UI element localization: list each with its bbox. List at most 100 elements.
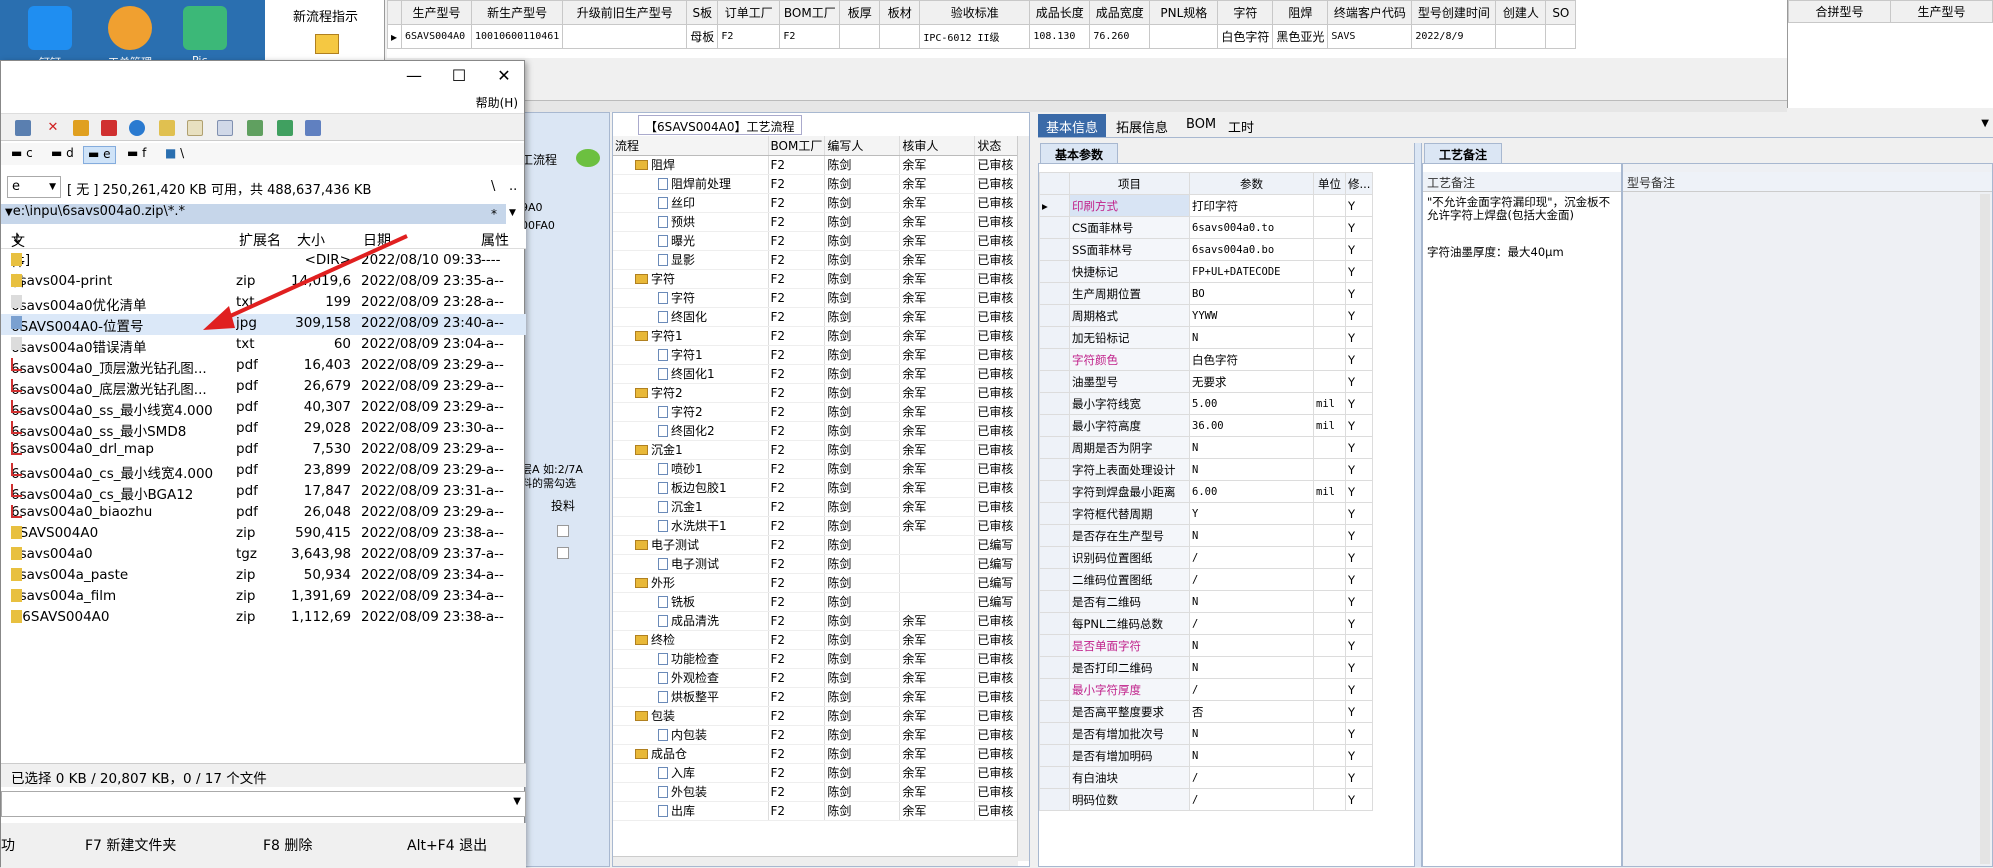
param-value[interactable]: / [1189,678,1314,701]
fkey-button[interactable]: 功 [1,835,15,855]
process-row[interactable]: 烘板整平 F2 陈剑 余军 已审核 [613,687,1021,707]
dropdown-arrow-icon[interactable]: ▼ [1981,118,1989,129]
param-value[interactable]: / [1189,766,1314,789]
table-cell[interactable]: F2 [717,24,781,49]
param-value[interactable]: 6savs004a0.bo [1189,238,1314,261]
col-header[interactable]: 终端客户代码 [1327,0,1413,25]
param-row[interactable]: 二维码位置图纸 / Y [1039,568,1374,591]
process-row[interactable]: 外观检查 F2 陈剑 余军 已审核 [613,668,1021,688]
table-cell[interactable]: 母板 [686,24,719,49]
param-row[interactable]: 周期格式 YYWW Y [1039,304,1374,327]
font-icon[interactable] [159,120,175,136]
process-row[interactable]: 外包装 F2 陈剑 余军 已审核 [613,782,1021,802]
vertical-scrollbar[interactable] [1017,136,1029,861]
param-value[interactable]: N [1189,590,1314,613]
param-value[interactable]: 6.00 [1189,480,1314,503]
pdf-icon[interactable] [101,120,117,136]
param-row[interactable]: 是否有二维码 N Y [1039,590,1374,613]
tab-basic-info[interactable]: 基本信息 [1038,114,1107,137]
table-cell[interactable]: IPC-6012 II级 [919,24,1031,49]
table-cell[interactable] [879,24,921,49]
table-cell[interactable]: F2 [779,24,841,49]
param-value[interactable]: 无要求 [1189,370,1314,393]
table-cell[interactable]: 10010600110461 [470,24,564,49]
param-row[interactable]: 是否有增加批次号 N Y [1039,722,1374,745]
table-cell[interactable]: 76.260 [1089,24,1151,49]
process-row[interactable]: 出库 F2 陈剑 余军 已审核 [613,801,1021,821]
process-row[interactable]: 电子测试 F2 陈剑 已编写 [613,554,1021,574]
param-value[interactable]: / [1189,568,1314,591]
param-value[interactable]: N [1189,458,1314,481]
param-value[interactable]: N [1189,744,1314,767]
col-header[interactable]: 核审人 [899,136,976,156]
process-row[interactable]: 终固化1 F2 陈剑 余军 已审核 [613,364,1021,384]
param-row[interactable]: 加无铅标记 N Y [1039,326,1374,349]
fkey-delete-button[interactable]: F8 删除 [263,835,312,855]
col-header[interactable]: 生产型号 [401,0,472,25]
process-row[interactable]: 字符 F2 陈剑 余军 已审核 [613,288,1021,308]
file-row[interactable]: 6savs004a0_顶层激光钻孔图... pdf 16,403 2022/08/09… [1,356,526,377]
col-header[interactable]: 修... [1344,172,1374,195]
document-icon[interactable] [217,120,233,136]
process-row[interactable]: 字符2 F2 陈剑 余军 已审核 [613,383,1021,403]
horizontal-scrollbar[interactable] [387,100,1787,112]
delete-icon[interactable]: ✕ [45,120,61,136]
process-row[interactable]: 沉金1 F2 陈剑 余军 已审核 [613,497,1021,517]
table-row[interactable]: ▸ 6SAVS004A0 10010600110461 母板 F2 F2 IPC… [387,24,1577,49]
table-cell[interactable]: SAVS [1327,24,1413,49]
filter-dropdown-icon[interactable]: ▼ [509,208,516,218]
process-row[interactable]: 曝光 F2 陈剑 余军 已审核 [613,231,1021,251]
col-header[interactable]: 型号创建时间 [1411,0,1497,25]
process-row[interactable]: 成品清洗 F2 陈剑 余军 已审核 [613,611,1021,631]
parent-button[interactable]: .. [509,179,517,194]
table-cell[interactable]: 6SAVS004A0 [401,24,472,49]
param-row[interactable]: 是否高平整度要求否 Y [1039,700,1374,723]
process-row[interactable]: 字符2 F2 陈剑 余军 已审核 [613,402,1021,422]
param-row[interactable]: 是否打印二维码 N Y [1039,656,1374,679]
param-value[interactable]: N [1189,524,1314,547]
process-row[interactable]: 外形 F2 陈剑 已编写 [613,573,1021,593]
file-row[interactable]: 6savs004a0_cs_最小线宽4.000 pdf 23,899 2022/08/… [1,461,526,482]
col-header[interactable]: 订单工厂 [717,0,781,25]
process-row[interactable]: 字符 F2 陈剑 余军 已审核 [613,269,1021,289]
param-value[interactable]: / [1189,788,1314,811]
file-row[interactable]: #6SAVS004A0 zip 1,112,695 2022/08/09 23:38-… [1,608,526,629]
notepad-icon[interactable] [187,120,203,136]
file-row[interactable]: 6savs004a0_ss_最小SMD8 pdf 29,028 2022/08/09 … [1,419,526,440]
col-header[interactable]: 成品宽度 [1089,0,1151,25]
col-header[interactable]: 板厚 [839,0,881,25]
col-header[interactable]: 新生产型号 [470,0,564,25]
col-header[interactable]: 创建人 [1495,0,1547,25]
param-row[interactable]: 油墨型号 无要求 Y [1039,370,1374,393]
col-header[interactable]: 升级前旧生产型号 [562,0,688,25]
root-button[interactable]: \ [491,179,495,194]
param-row[interactable]: 每PNL二维码总数 / Y [1039,612,1374,635]
param-row[interactable]: 是否有增加明码 N Y [1039,744,1374,767]
process-row[interactable]: 预烘 F2 陈剑 余军 已审核 [613,212,1021,232]
minimize-icon[interactable]: — [399,65,429,87]
param-row[interactable]: 是否存在生产型号 N Y [1039,524,1374,547]
vertical-scrollbar[interactable] [1980,194,1990,864]
file-row[interactable]: 6savs004a0_drl_map pdf 7,530 2022/08/09 23:… [1,440,526,461]
process-row[interactable]: 水洗烘干1 F2 陈剑 余军 已审核 [613,516,1021,536]
col-header[interactable]: 生产型号 [1890,0,1993,23]
table-cell[interactable] [1149,24,1219,49]
col-header[interactable]: 编写人 [824,136,901,156]
table-cell[interactable]: 黑色亚光 [1272,24,1329,49]
param-value[interactable]: / [1189,546,1314,569]
process-row[interactable]: 板边包胶1 F2 陈剑 余军 已审核 [613,478,1021,498]
col-header[interactable]: 状态 [974,136,1021,156]
param-value[interactable]: N [1189,722,1314,745]
drive-f[interactable]: ▬ f [123,146,150,164]
col-header[interactable]: SO [1545,0,1577,25]
param-row[interactable]: 识别码位置图纸 / Y [1039,546,1374,569]
param-row[interactable]: 生产周期位置 BO Y [1039,282,1374,305]
param-value[interactable]: 5.00 [1189,392,1314,415]
current-path[interactable]: ▼e:\inpu\6savs004a0.zip\*.* [1,204,506,224]
notes-text[interactable]: 字符油墨厚度：最大40μm [1427,244,1617,260]
fkey-exit-button[interactable]: Alt+F4 退出 [407,835,487,855]
param-row[interactable]: 是否单面字符 N Y [1039,634,1374,657]
process-row[interactable]: 阻焊前处理 F2 陈剑 余军 已审核 [613,174,1021,194]
maximize-icon[interactable]: ☐ [444,65,474,87]
col-header[interactable]: 成品长度 [1029,0,1091,25]
